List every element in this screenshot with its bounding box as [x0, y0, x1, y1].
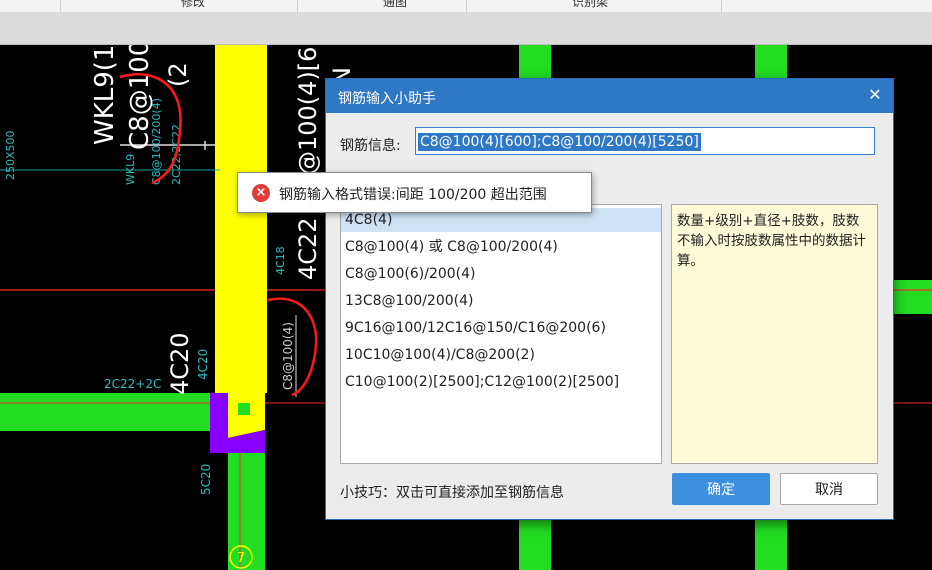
cancel-button[interactable]: 取消 — [780, 473, 878, 505]
list-item[interactable]: 13C8@100/200(4) — [341, 289, 661, 313]
yellow-column — [215, 45, 267, 393]
green-beam-vertical — [228, 453, 265, 570]
small-2c22-2c-label: 2C22+2C — [104, 377, 161, 391]
ribbon-cut-label: 修改 — [181, 0, 206, 9]
list-item[interactable]: 10C10@100(4)/C8@200(2) — [341, 343, 661, 367]
list-item[interactable]: C8@100(4) 或 C8@100/200(4) — [341, 235, 661, 259]
ok-button[interactable]: 确定 — [672, 473, 770, 505]
ribbon-segment: 通图 — [298, 0, 467, 12]
error-message: 钢筋输入格式错误:间距 100/200 超出范围 — [279, 187, 547, 203]
small-4c18-label: 4C18 — [274, 246, 287, 275]
small-5c20-label: 5C20 — [199, 464, 213, 495]
ribbon-segment — [0, 0, 61, 12]
rebar-info-value: C8@100(4)[600];C8@100/200(4)[5250] — [418, 133, 701, 151]
green-beam-horizontal — [0, 393, 212, 431]
rebar-info-label: 钢筋信息: — [340, 138, 401, 154]
ribbon-segment: 修改 — [61, 0, 298, 12]
ribbon-segment: 识别梁 — [467, 0, 722, 12]
axis-number-top: 7 — [237, 54, 245, 69]
ribbon-cut-label: 识别梁 — [572, 0, 609, 9]
format-description: 数量+级别+直径+肢数，肢数不输入时按肢数属性中的数据计算。 — [671, 204, 878, 464]
dialog-titlebar[interactable]: 钢筋输入小助手 ✕ — [326, 79, 893, 113]
list-item[interactable]: 9C16@100/12C16@150/C16@200(6) — [341, 316, 661, 340]
list-item[interactable]: C10@100(2)[2500];C12@100(2)[2500] — [341, 370, 661, 394]
beam-name-label: WKL9(1 — [90, 45, 120, 145]
close-icon[interactable]: ✕ — [865, 85, 885, 105]
list-item[interactable]: C8@100(6)/200(4) — [341, 262, 661, 286]
rebar-info-input[interactable]: C8@100(4)[600];C8@100/200(4)[5250] — [415, 127, 875, 155]
small-size-label: 250X500 — [4, 130, 17, 180]
toolbar-strip — [0, 13, 932, 45]
column-main-label: 4C22 — [294, 217, 322, 280]
small-c8b-label: C8@100(4) — [281, 322, 295, 390]
rebar-helper-dialog: 钢筋输入小助手 ✕ 钢筋信息: C8@100(4)[600];C8@100/20… — [325, 78, 894, 520]
column-stirrup-label: @100(4)[6 — [294, 47, 322, 175]
error-tooltip: × 钢筋输入格式错误:间距 100/200 超出范围 — [237, 172, 592, 213]
error-x-icon: × — [252, 184, 270, 202]
ribbon-strip: 修改 通图 识别梁 — [0, 0, 932, 13]
tip-text: 小技巧：双击可直接添加至钢筋信息 — [340, 485, 564, 501]
dialog-title: 钢筋输入小助手 — [338, 91, 436, 107]
side-4c20-label: 4C20 — [166, 332, 194, 395]
small-c8-label: C8@100/200(4) — [150, 98, 163, 185]
beam-extra-label: (2 — [164, 62, 192, 87]
small-4c20-label: 4C20 — [196, 349, 210, 380]
rebar-example-list[interactable]: 4C8(4) C8@100(4) 或 C8@100/200(4) C8@100(… — [340, 204, 662, 464]
ribbon-cut-label: 通图 — [383, 0, 408, 9]
small-wkl-label: WKL9 — [124, 154, 137, 185]
axis-number-bottom: 7 — [237, 551, 245, 566]
green-marker — [238, 403, 250, 415]
